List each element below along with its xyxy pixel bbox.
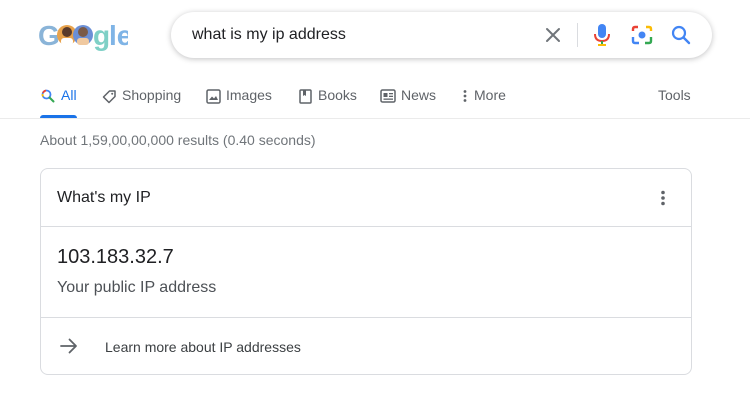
result-stats: About 1,59,00,00,000 results (0.40 secon… — [40, 132, 316, 148]
svg-text:le: le — [109, 20, 128, 51]
card-body: 103.183.32.7 Your public IP address — [41, 227, 691, 318]
google-logo[interactable]: G g le — [38, 16, 128, 56]
microphone-icon[interactable] — [590, 23, 614, 47]
tab-news[interactable]: News — [380, 80, 436, 118]
google-doodle-icon: G g le — [38, 20, 128, 51]
tab-label: News — [401, 87, 437, 103]
learn-more-text: Learn more about IP addresses — [105, 339, 301, 355]
card-title: What's my IP — [57, 189, 151, 206]
tag-icon — [101, 88, 117, 104]
search-box[interactable] — [171, 12, 712, 58]
search-tabs: All Shopping Images Books News More Tool… — [40, 80, 750, 118]
search-icon[interactable] — [669, 23, 693, 47]
tab-all[interactable]: All — [40, 80, 77, 118]
tab-shopping[interactable]: Shopping — [101, 80, 181, 118]
tabs-divider — [0, 118, 750, 119]
ip-address-label: Your public IP address — [57, 279, 217, 296]
tab-label: More — [474, 87, 506, 103]
svg-text:G: G — [38, 20, 60, 51]
tools-button[interactable]: Tools — [658, 87, 691, 103]
ip-address-value: 103.183.32.7 — [57, 246, 174, 268]
camera-lens-icon[interactable] — [630, 23, 654, 47]
news-icon — [380, 88, 396, 104]
tab-label: Images — [226, 87, 272, 103]
more-vert-icon — [460, 88, 470, 104]
arrow-right-icon — [59, 336, 79, 356]
tab-label: All — [61, 87, 77, 103]
more-options-icon[interactable] — [653, 187, 673, 209]
tab-label: Shopping — [122, 87, 182, 103]
search-input[interactable] — [192, 24, 532, 46]
search-divider — [577, 23, 578, 47]
ip-card: What's my IP 103.183.32.7 Your public IP… — [40, 168, 692, 375]
book-icon — [297, 88, 313, 104]
search-icon — [40, 88, 56, 104]
tab-label: Books — [318, 87, 357, 103]
svg-text:g: g — [93, 20, 110, 51]
tab-images[interactable]: Images — [205, 80, 272, 118]
tab-books[interactable]: Books — [297, 80, 357, 118]
card-header: What's my IP — [41, 169, 691, 227]
learn-more-link[interactable]: Learn more about IP addresses — [41, 318, 691, 375]
image-icon — [205, 88, 221, 104]
tab-more[interactable]: More — [460, 80, 506, 118]
close-icon[interactable] — [541, 23, 565, 47]
